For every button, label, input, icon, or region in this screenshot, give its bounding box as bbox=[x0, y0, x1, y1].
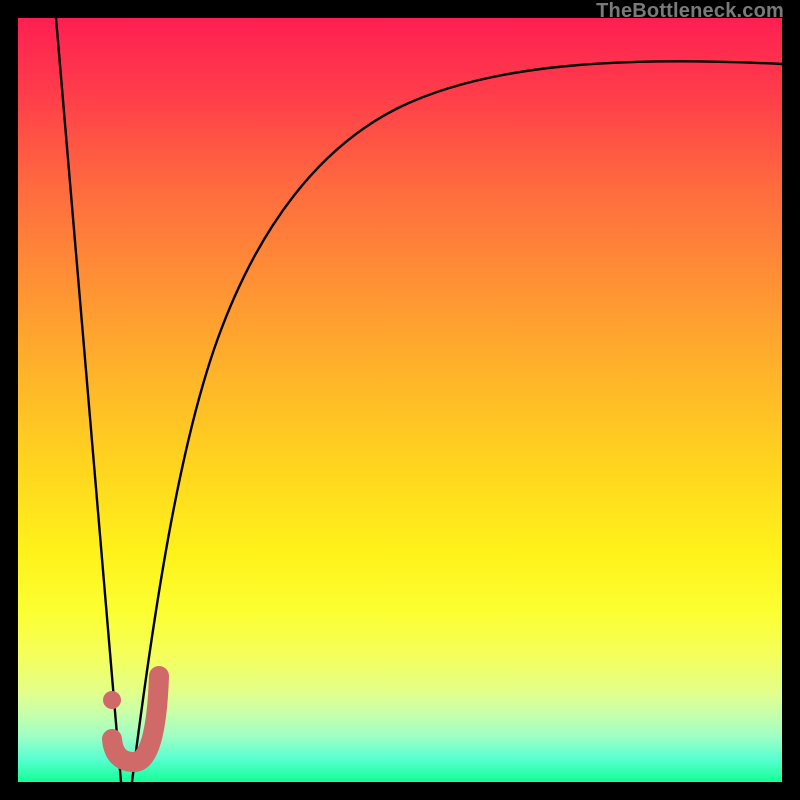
plot-area bbox=[18, 18, 782, 782]
j-dot bbox=[103, 691, 121, 709]
watermark-text: TheBottleneck.com bbox=[596, 0, 784, 23]
chart-frame: TheBottleneck.com bbox=[0, 0, 800, 800]
curves-svg bbox=[18, 18, 782, 782]
left-slope-line bbox=[56, 18, 121, 782]
right-curve-line bbox=[132, 61, 782, 782]
